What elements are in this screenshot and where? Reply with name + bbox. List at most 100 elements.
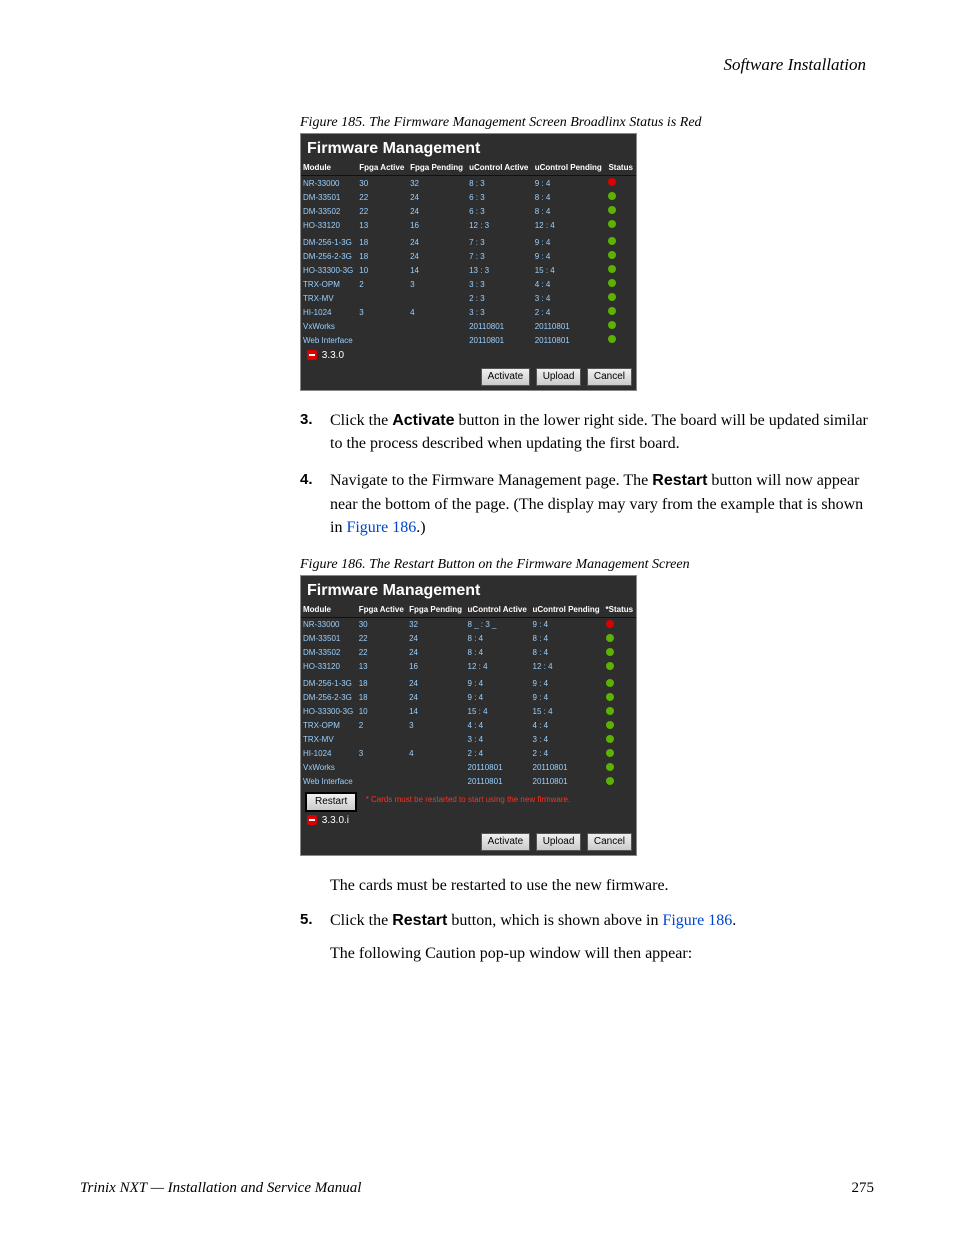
version-label: 3.3.0.i <box>322 815 349 826</box>
status-green-icon <box>606 763 614 771</box>
table-cell: 8 : 4 <box>531 632 604 646</box>
table-cell: 22 <box>357 632 407 646</box>
table-cell: 9 : 4 <box>531 617 604 632</box>
table-cell: 8 : 4 <box>533 190 607 204</box>
table-cell: 24 <box>408 204 467 218</box>
table-row: DM-256-2-3G18247 : 39 : 4 <box>301 249 636 263</box>
status-cell <box>604 691 636 705</box>
table-cell: 2 : 4 <box>533 305 607 319</box>
table-row: VxWorks2011080120110801 <box>301 319 636 333</box>
upload-button[interactable]: Upload <box>536 368 582 386</box>
table-cell: 10 <box>357 705 407 719</box>
table-row: HO-33300-3G101413 : 315 : 4 <box>301 263 636 277</box>
status-cell <box>604 632 636 646</box>
table-cell: 12 : 3 <box>467 218 533 232</box>
table-cell: 8 : 4 <box>466 632 531 646</box>
restart-button[interactable]: Restart <box>305 792 357 812</box>
status-green-icon <box>606 707 614 715</box>
status-cell <box>604 646 636 660</box>
table-cell: 20110801 <box>531 775 604 789</box>
table-cell: 18 <box>357 674 407 691</box>
status-green-icon <box>606 777 614 785</box>
table-row: HI-1024343 : 32 : 4 <box>301 305 636 319</box>
figure-186-link[interactable]: Figure 186 <box>346 519 416 536</box>
table-cell: 8 _ : 3 _ <box>466 617 531 632</box>
table-cell: NR-33000 <box>301 176 357 191</box>
step-body: Click the Activate button in the lower r… <box>330 409 874 455</box>
table-row: DM-3350122246 : 38 : 4 <box>301 190 636 204</box>
table-cell: VxWorks <box>301 319 357 333</box>
table-cell: 2 <box>357 277 408 291</box>
activate-button[interactable]: Activate <box>481 368 531 386</box>
table-cell: 3 <box>357 747 407 761</box>
table-row: Web Interface2011080120110801 <box>301 333 636 347</box>
footer-manual-title: Trinix NXT — Installation and Service Ma… <box>80 1180 361 1197</box>
table-row: DM-3350122248 : 48 : 4 <box>301 632 636 646</box>
table-cell: 13 : 3 <box>467 263 533 277</box>
table-cell: 20110801 <box>533 333 607 347</box>
body-paragraph: The cards must be restarted to use the n… <box>330 874 874 897</box>
cancel-button[interactable]: Cancel <box>587 833 632 851</box>
table-cell <box>408 333 467 347</box>
col-ucontrol-pending: uControl Pending <box>533 160 607 176</box>
page-footer: Trinix NXT — Installation and Service Ma… <box>80 1180 874 1197</box>
table-cell: 22 <box>357 204 408 218</box>
status-green-icon <box>608 279 616 287</box>
table-cell: 18 <box>357 691 407 705</box>
button-row: Activate Upload Cancel <box>301 364 636 386</box>
status-green-icon <box>608 335 616 343</box>
cancel-button[interactable]: Cancel <box>587 368 632 386</box>
table-cell: 20110801 <box>467 333 533 347</box>
upload-button[interactable]: Upload <box>536 833 582 851</box>
version-row: 3.3.0.i <box>301 812 636 829</box>
status-green-icon <box>608 192 616 200</box>
table-cell: 7 : 3 <box>467 249 533 263</box>
status-cell <box>604 705 636 719</box>
table-cell: HO-33120 <box>301 660 357 674</box>
table-cell: 20110801 <box>466 761 531 775</box>
table-cell: 32 <box>408 176 467 191</box>
table-cell: 8 : 4 <box>533 204 607 218</box>
table-cell: NR-33000 <box>301 617 357 632</box>
activate-label: Activate <box>392 412 454 429</box>
footer-page-number: 275 <box>852 1180 875 1197</box>
status-green-icon <box>606 735 614 743</box>
col-fpga-active: Fpga Active <box>357 602 407 618</box>
status-red-icon <box>606 620 614 628</box>
table-cell: 10 <box>357 263 408 277</box>
table-cell: TRX-MV <box>301 733 357 747</box>
table-cell: 20110801 <box>531 761 604 775</box>
table-cell <box>357 733 407 747</box>
table-cell: 20110801 <box>467 319 533 333</box>
table-cell: 15 : 4 <box>466 705 531 719</box>
step-number: 4 <box>300 469 330 539</box>
status-cell <box>604 761 636 775</box>
status-green-icon <box>606 662 614 670</box>
table-row: TRX-MV2 : 33 : 4 <box>301 291 636 305</box>
table-cell: TRX-MV <box>301 291 357 305</box>
table-cell: 4 : 4 <box>466 719 531 733</box>
activate-button[interactable]: Activate <box>481 833 531 851</box>
text: button, which is shown above in <box>447 912 662 929</box>
table-cell: VxWorks <box>301 761 357 775</box>
table-row: TRX-OPM234 : 44 : 4 <box>301 719 636 733</box>
status-green-icon <box>608 220 616 228</box>
table-row: TRX-OPM233 : 34 : 4 <box>301 277 636 291</box>
table-cell: 15 : 4 <box>531 705 604 719</box>
col-ucontrol-active: uControl Active <box>466 602 531 618</box>
firmware-table: Module Fpga Active Fpga Pending uControl… <box>301 160 636 347</box>
table-row: DM-3350222246 : 38 : 4 <box>301 204 636 218</box>
status-cell <box>606 291 636 305</box>
table-cell: 4 : 4 <box>531 719 604 733</box>
table-row: HO-33120131612 : 412 : 4 <box>301 660 636 674</box>
table-cell: 14 <box>407 705 465 719</box>
status-green-icon <box>608 206 616 214</box>
status-green-icon <box>608 237 616 245</box>
table-cell: DM-33502 <box>301 646 357 660</box>
figure-186-link[interactable]: Figure 186 <box>662 912 732 929</box>
status-green-icon <box>608 307 616 315</box>
table-cell: 13 <box>357 218 408 232</box>
table-cell: 7 : 3 <box>467 232 533 249</box>
status-cell <box>604 775 636 789</box>
status-cell <box>606 190 636 204</box>
